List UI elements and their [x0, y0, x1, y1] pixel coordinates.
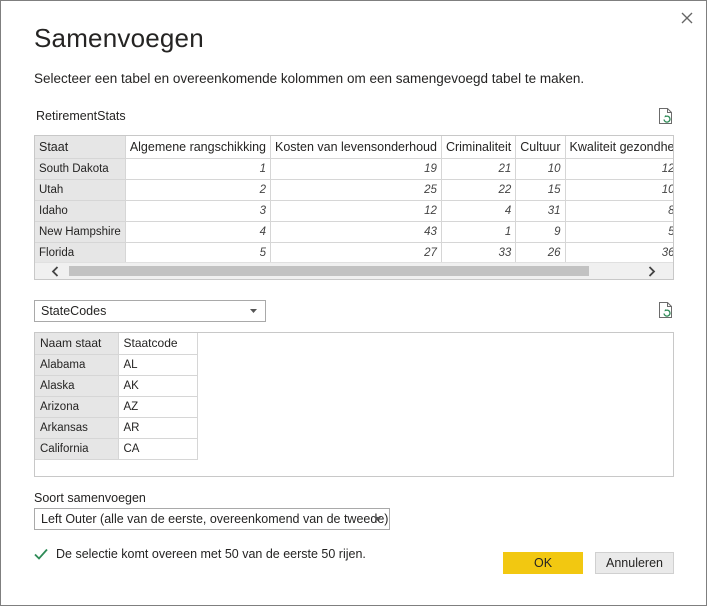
second-table-selected: StateCodes [41, 304, 107, 318]
table-cell: 43 [270, 221, 442, 243]
chevron-right-icon[interactable] [643, 263, 660, 280]
table-header-row: Naam staat Staatcode [35, 333, 198, 355]
table-cell: 22 [441, 179, 517, 201]
first-table-preview: Staat Algemene rangschikking Kosten van … [34, 135, 674, 280]
table-cell: California [35, 438, 119, 460]
table-row: South Dakota 1 19 21 10 12 [35, 158, 673, 180]
column-header[interactable]: Cultuur [515, 136, 566, 159]
table-header-row: Staat Algemene rangschikking Kosten van … [35, 136, 673, 159]
table-cell: Alaska [35, 375, 119, 397]
table-row: Utah 2 25 22 15 10 [35, 179, 673, 201]
column-header[interactable]: Criminaliteit [441, 136, 517, 159]
ok-button[interactable]: OK [503, 552, 583, 574]
horizontal-scrollbar[interactable] [35, 262, 673, 279]
table-row: Arkansas AR [35, 417, 198, 439]
table-cell: 9 [515, 221, 566, 243]
table-cell: 19 [270, 158, 442, 180]
table-cell: 25 [270, 179, 442, 201]
table-row: Florida 5 27 33 26 36 [35, 242, 673, 264]
column-header[interactable]: Kwaliteit gezondhe [565, 136, 673, 159]
table-cell: 5 [125, 242, 272, 264]
join-kind-dropdown[interactable]: Left Outer (alle van de eerste, overeenk… [34, 508, 390, 530]
table-cell: 2 [125, 179, 272, 201]
table-cell: 3 [125, 200, 272, 222]
table-cell: 27 [270, 242, 442, 264]
table-cell: 5 [565, 221, 673, 243]
table-cell: 1 [441, 221, 517, 243]
second-table-preview: Naam staat Staatcode Alabama AL Alaska A… [34, 332, 674, 477]
table-cell: 10 [565, 179, 673, 201]
table-cell: Idaho [35, 200, 126, 222]
column-header[interactable]: Staatcode [118, 333, 198, 355]
column-header[interactable]: Naam staat [35, 333, 119, 355]
table-cell: AK [118, 375, 198, 397]
table-cell: 12 [565, 158, 673, 180]
second-table-grid: Naam staat Staatcode Alabama AL Alaska A… [35, 333, 198, 460]
table-row: Alabama AL [35, 354, 198, 376]
table-cell: AZ [118, 396, 198, 418]
table-cell: 21 [441, 158, 517, 180]
table-cell: 15 [515, 179, 566, 201]
chevron-down-icon [250, 309, 257, 313]
table-cell: 1 [125, 158, 272, 180]
table-cell: CA [118, 438, 198, 460]
second-table-dropdown[interactable]: StateCodes [34, 300, 266, 322]
table-cell: South Dakota [35, 158, 126, 180]
table-cell: Alabama [35, 354, 119, 376]
table-row: Arizona AZ [35, 396, 198, 418]
table-cell: Utah [35, 179, 126, 201]
join-kind-selected: Left Outer (alle van de eerste, overeenk… [41, 512, 389, 526]
join-kind-label: Soort samenvoegen [34, 491, 146, 505]
table-cell: Arkansas [35, 417, 119, 439]
table-cell: 10 [515, 158, 566, 180]
table-cell: AL [118, 354, 198, 376]
check-icon [34, 548, 48, 560]
cancel-button[interactable]: Annuleren [595, 552, 674, 574]
chevron-left-icon[interactable] [47, 263, 64, 280]
first-table-name: RetirementStats [36, 109, 126, 123]
column-header[interactable]: Staat [35, 136, 126, 159]
table-cell: 4 [125, 221, 272, 243]
match-status-text: De selectie komt overeen met 50 van de e… [56, 547, 366, 561]
table-cell: Florida [35, 242, 126, 264]
table-cell: 12 [270, 200, 442, 222]
table-cell: AR [118, 417, 198, 439]
dialog-title: Samenvoegen [34, 23, 204, 53]
scrollbar-thumb[interactable] [69, 266, 589, 276]
table-cell: 33 [441, 242, 517, 264]
refresh-file-icon[interactable] [658, 107, 674, 125]
table-row: New Hampshire 4 43 1 9 5 [35, 221, 673, 243]
table-cell: 26 [515, 242, 566, 264]
table-row: Idaho 3 12 4 31 8 [35, 200, 673, 222]
table-cell: 4 [441, 200, 517, 222]
merge-dialog: Samenvoegen Selecteer een tabel en overe… [0, 0, 707, 606]
table-row: Alaska AK [35, 375, 198, 397]
table-cell: 31 [515, 200, 566, 222]
table-cell: 36 [565, 242, 673, 264]
chevron-down-icon [374, 517, 381, 521]
match-status: De selectie komt overeen met 50 van de e… [34, 547, 366, 561]
close-icon[interactable] [678, 9, 696, 27]
table-cell: Arizona [35, 396, 119, 418]
table-cell: 8 [565, 200, 673, 222]
dialog-subtitle: Selecteer een tabel en overeenkomende ko… [34, 71, 585, 86]
column-header[interactable]: Algemene rangschikking [125, 136, 272, 159]
first-table-grid: Staat Algemene rangschikking Kosten van … [35, 136, 673, 264]
table-row: California CA [35, 438, 198, 460]
table-cell: New Hampshire [35, 221, 126, 243]
column-header[interactable]: Kosten van levensonderhoud [270, 136, 442, 159]
refresh-file-icon[interactable] [658, 301, 674, 319]
